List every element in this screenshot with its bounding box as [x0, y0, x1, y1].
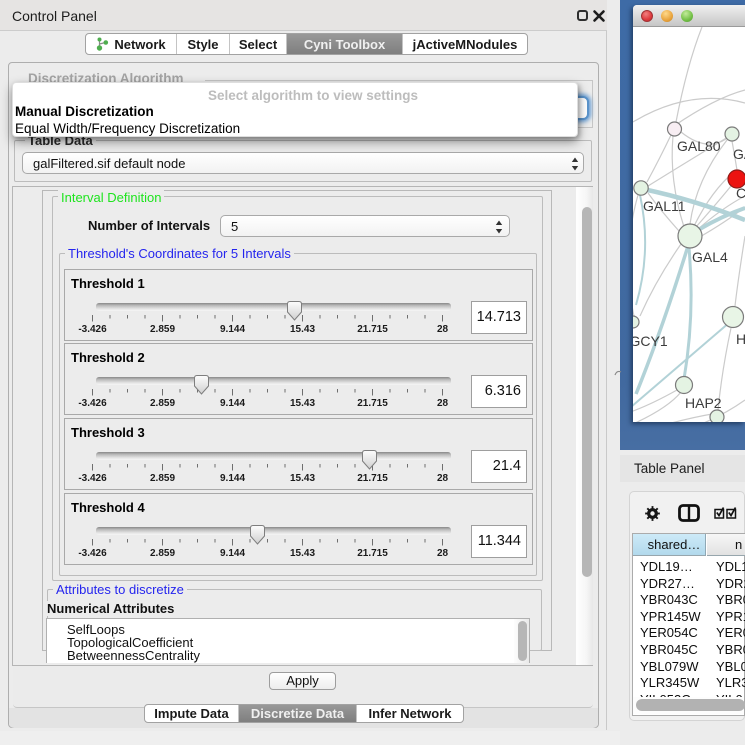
svg-text:GAL11: GAL11 [643, 198, 686, 214]
svg-text:HAP2: HAP2 [685, 395, 722, 411]
svg-text:H: H [736, 331, 745, 347]
svg-text:C: C [736, 185, 745, 201]
svg-text:GA: GA [733, 146, 745, 162]
svg-text:GCY1: GCY1 [633, 333, 668, 349]
svg-text:GAL80: GAL80 [677, 138, 721, 154]
svg-text:GAL4: GAL4 [692, 249, 728, 265]
